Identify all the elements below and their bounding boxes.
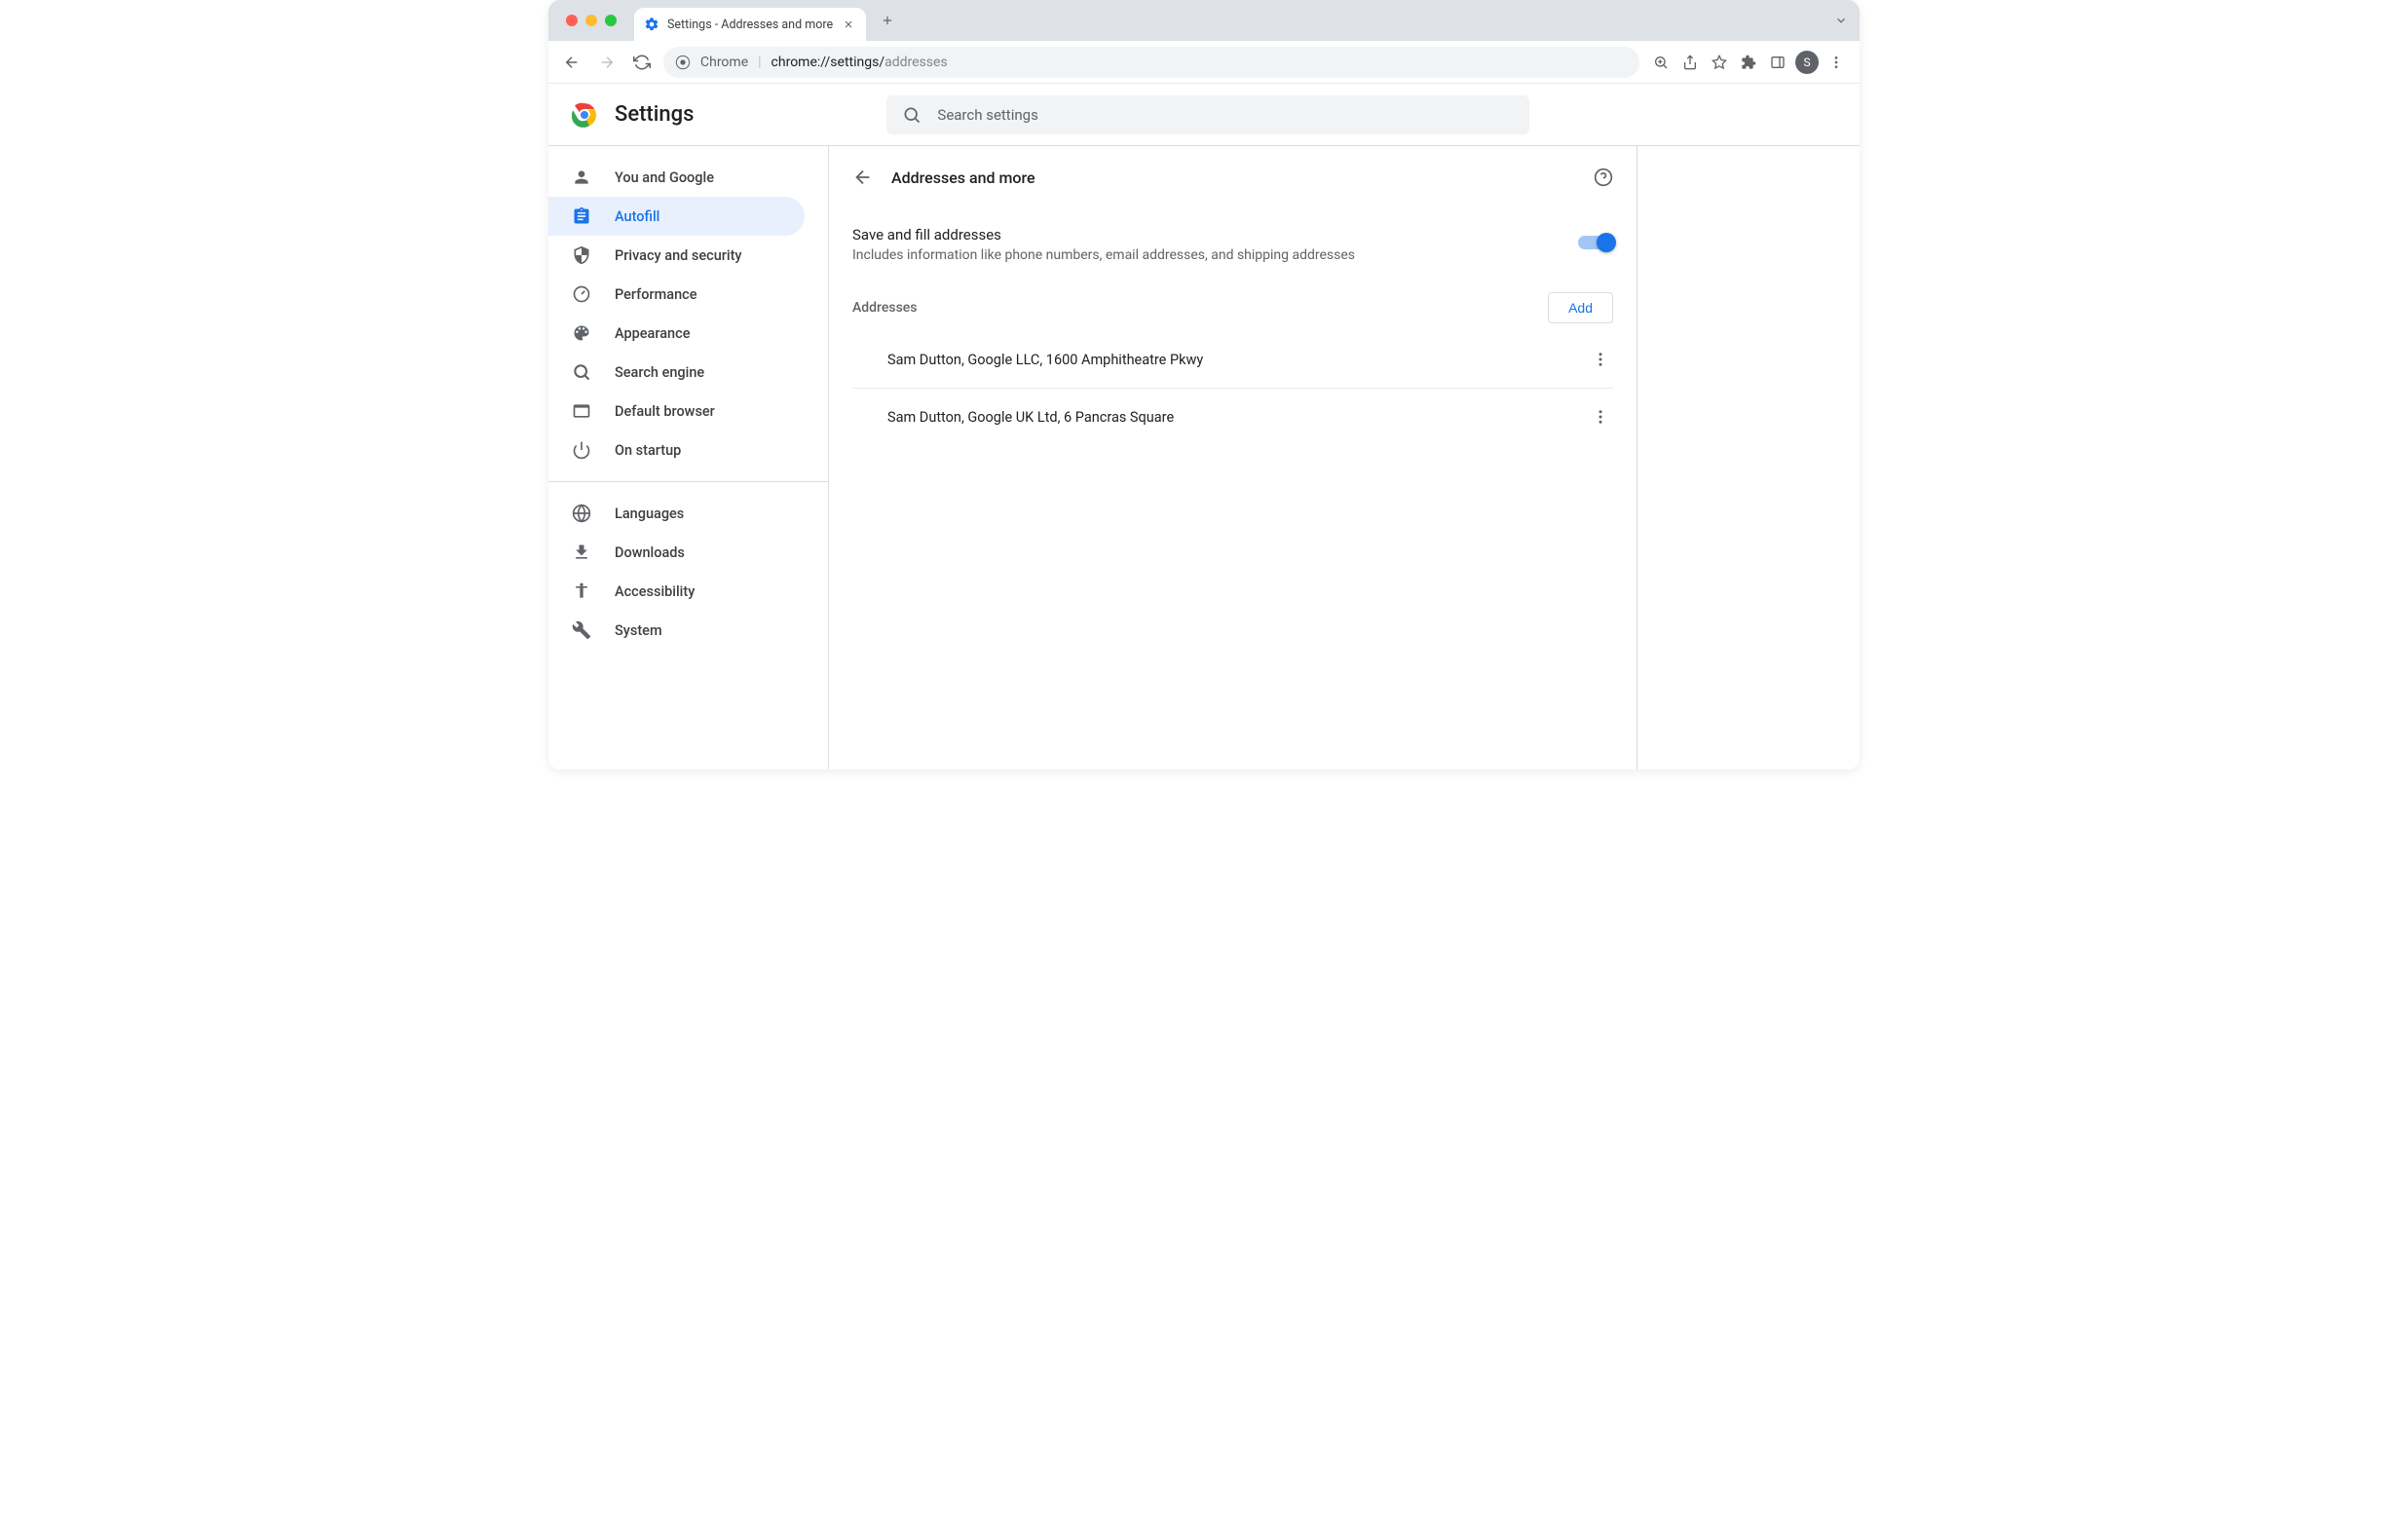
browser-tab[interactable]: Settings - Addresses and more [634, 8, 866, 41]
tab-list-button[interactable] [1834, 14, 1860, 27]
omnibox-url: chrome://settings/addresses [771, 55, 948, 70]
address-text: Sam Dutton, Google UK Ltd, 6 Pancras Squ… [887, 409, 1174, 426]
share-icon[interactable] [1676, 49, 1704, 76]
main-content: Addresses and more Save and fill address… [829, 146, 1637, 769]
sidebar-label: Accessibility [615, 583, 695, 600]
window-close-button[interactable] [566, 15, 578, 26]
address-item[interactable]: Sam Dutton, Google UK Ltd, 6 Pancras Squ… [852, 389, 1613, 445]
sidebar-label: Languages [615, 506, 684, 522]
sidebar-label: Appearance [615, 325, 690, 342]
address-list: Sam Dutton, Google LLC, 1600 Amphitheatr… [829, 323, 1637, 445]
shield-icon [572, 245, 591, 265]
sidebar-label: Performance [615, 286, 697, 303]
sidebar-item-performance[interactable]: Performance [548, 275, 805, 314]
sidebar-label: On startup [615, 442, 681, 459]
palette-icon [572, 323, 591, 343]
menu-icon[interactable] [1823, 49, 1850, 76]
profile-button[interactable]: S [1793, 49, 1821, 76]
reload-button[interactable] [628, 49, 656, 76]
back-arrow-icon[interactable] [852, 167, 874, 188]
back-button[interactable] [558, 49, 585, 76]
page-header: Addresses and more [829, 146, 1637, 208]
forward-button [593, 49, 621, 76]
speedometer-icon [572, 284, 591, 304]
globe-icon [572, 504, 591, 523]
more-options-icon[interactable] [1588, 347, 1613, 372]
addresses-label: Addresses [852, 300, 918, 316]
save-fill-desc: Includes information like phone numbers,… [852, 247, 1578, 263]
search-settings-input[interactable]: Search settings [886, 95, 1529, 134]
addresses-section-header: Addresses Add [829, 281, 1637, 323]
bookmark-icon[interactable] [1706, 49, 1733, 76]
sidebar-label: Downloads [615, 544, 685, 561]
tab-bar: Settings - Addresses and more [548, 0, 1860, 41]
toggle-knob [1597, 233, 1616, 252]
side-panel-icon[interactable] [1764, 49, 1791, 76]
sidebar-item-on-startup[interactable]: On startup [548, 431, 805, 469]
settings-header: Settings Search settings [548, 84, 1860, 146]
sidebar-item-downloads[interactable]: Downloads [548, 533, 805, 572]
sidebar-label: Privacy and security [615, 247, 742, 264]
sidebar-label: System [615, 622, 662, 639]
chrome-icon [675, 55, 691, 70]
sidebar-label: Default browser [615, 403, 715, 420]
sidebar-item-system[interactable]: System [548, 611, 805, 650]
address-text: Sam Dutton, Google LLC, 1600 Amphitheatr… [887, 352, 1203, 368]
wrench-icon [572, 620, 591, 640]
window-minimize-button[interactable] [585, 15, 597, 26]
sidebar: You and Google Autofill Privacy and secu… [548, 146, 829, 769]
page-title: Addresses and more [891, 169, 1035, 187]
help-icon[interactable] [1594, 168, 1613, 187]
save-fill-toggle[interactable] [1578, 236, 1613, 249]
person-icon [572, 168, 591, 187]
settings-title: Settings [615, 102, 694, 127]
sidebar-item-search-engine[interactable]: Search engine [548, 353, 805, 392]
extensions-icon[interactable] [1735, 49, 1762, 76]
avatar: S [1795, 51, 1819, 74]
gear-icon [644, 17, 659, 32]
window-maximize-button[interactable] [605, 15, 617, 26]
sidebar-label: Autofill [615, 208, 659, 225]
search-placeholder: Search settings [937, 106, 1037, 124]
separator: | [758, 55, 761, 70]
search-icon [572, 362, 591, 382]
sidebar-item-languages[interactable]: Languages [548, 494, 805, 533]
omnibox-label: Chrome [700, 55, 748, 70]
zoom-icon[interactable] [1647, 49, 1674, 76]
new-tab-button[interactable] [874, 7, 901, 34]
close-icon[interactable] [841, 17, 856, 32]
address-item[interactable]: Sam Dutton, Google LLC, 1600 Amphitheatr… [852, 331, 1613, 389]
sidebar-item-you-and-google[interactable]: You and Google [548, 158, 805, 197]
accessibility-icon [572, 581, 591, 601]
save-fill-label: Save and fill addresses [852, 226, 1578, 244]
browser-toolbar: Chrome | chrome://settings/addresses [548, 41, 1860, 84]
sidebar-item-default-browser[interactable]: Default browser [548, 392, 805, 431]
save-fill-setting: Save and fill addresses Includes informa… [829, 208, 1637, 281]
tab-title: Settings - Addresses and more [667, 18, 833, 32]
browser-window: Settings - Addresses and more Chrome [548, 0, 1860, 769]
address-bar[interactable]: Chrome | chrome://settings/addresses [663, 47, 1639, 78]
clipboard-icon [572, 206, 591, 226]
more-options-icon[interactable] [1588, 404, 1613, 430]
sidebar-item-privacy[interactable]: Privacy and security [548, 236, 805, 275]
chrome-logo-icon [572, 102, 597, 128]
download-icon [572, 543, 591, 562]
sidebar-label: You and Google [615, 169, 714, 186]
sidebar-item-appearance[interactable]: Appearance [548, 314, 805, 353]
sidebar-label: Search engine [615, 364, 704, 381]
browser-icon [572, 401, 591, 421]
settings-body: You and Google Autofill Privacy and secu… [548, 146, 1860, 769]
sidebar-item-accessibility[interactable]: Accessibility [548, 572, 805, 611]
search-icon [902, 105, 922, 125]
divider [548, 481, 828, 482]
window-controls [558, 15, 626, 26]
power-icon [572, 440, 591, 460]
sidebar-item-autofill[interactable]: Autofill [548, 197, 805, 236]
add-address-button[interactable]: Add [1548, 292, 1613, 323]
